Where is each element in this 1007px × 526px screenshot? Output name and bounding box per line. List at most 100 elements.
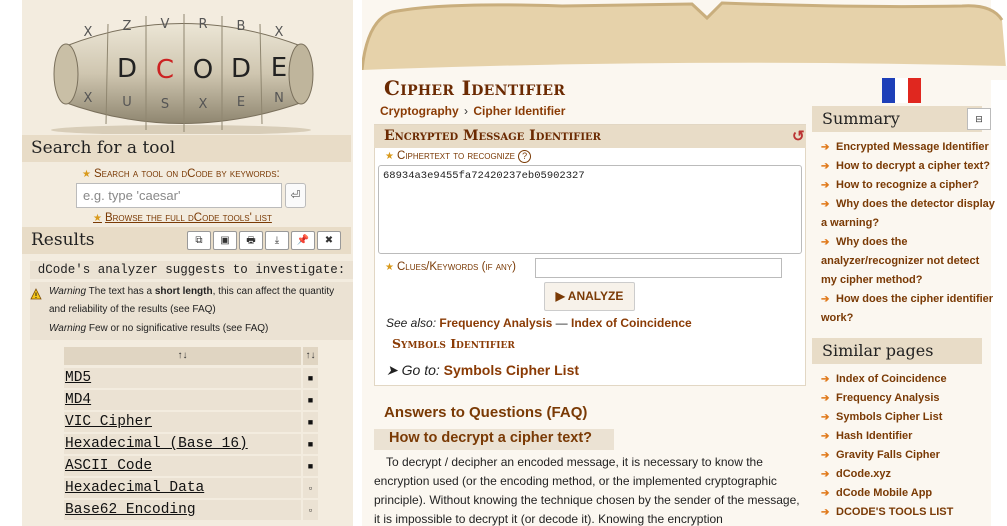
result-row-link[interactable]: MD4 (64, 390, 301, 410)
result-row-link[interactable]: Base62 Encoding (64, 500, 301, 520)
faq-answer: To decrypt / decipher an encoded message… (374, 455, 800, 526)
svg-text:V: V (161, 17, 170, 32)
svg-text:N: N (274, 91, 284, 106)
bullet-icon: ➔ (821, 199, 830, 210)
similar-pages-list: ➔ Index of Coincidence ➔ Frequency Analysi… (821, 370, 996, 522)
breadcrumb-separator: › (464, 104, 469, 118)
french-flag-icon[interactable] (882, 78, 921, 103)
goto-label: ➤ Go to: (386, 362, 440, 378)
svg-text:C: C (156, 55, 174, 85)
page-title: Cipher Identifier (384, 76, 566, 100)
search-submit-button[interactable]: ⏎ (285, 183, 306, 208)
summary-item[interactable]: ➔ How to recognize a cipher? (821, 176, 996, 195)
bullet-icon: ➔ (821, 488, 830, 499)
svg-text:B: B (237, 19, 246, 34)
warning-few-results: Warning Few or no significative results … (49, 323, 269, 334)
result-score-mark: ■ (303, 456, 318, 476)
bullet-icon: ➔ (821, 450, 830, 461)
symbols-identifier-link[interactable]: Symbols Identifier (392, 336, 515, 351)
summary-heading: Summary (812, 106, 982, 132)
similar-page-link[interactable]: ➔ Gravity Falls Cipher (821, 446, 996, 465)
result-score-mark: ■ (303, 390, 318, 410)
bullet-icon: ➔ (821, 294, 830, 305)
bullet-icon: ➔ (821, 393, 830, 404)
svg-text:D: D (231, 54, 251, 84)
analyze-button[interactable]: ▶ ANALYZE (544, 282, 635, 311)
bullet-icon: ➔ (821, 180, 830, 191)
bullet-icon: ➔ (821, 374, 830, 385)
download-button[interactable]: ⤓ (265, 231, 289, 250)
browse-tools-link[interactable]: ★ Browse the full dCode tools' list (93, 212, 272, 224)
frequency-analysis-link[interactable]: Frequency Analysis (439, 316, 552, 330)
similar-page-link[interactable]: ➔ Symbols Cipher List (821, 408, 996, 427)
summary-item[interactable]: ➔ Encrypted Message Identifier (821, 138, 996, 157)
pin-button[interactable]: 📌 (291, 231, 315, 250)
similar-pages-heading: Similar pages (812, 338, 982, 364)
refresh-icon[interactable]: ↺ (792, 127, 805, 145)
result-row-link[interactable]: Hexadecimal (Base 16) (64, 434, 301, 454)
svg-text:D: D (117, 54, 137, 84)
star-icon: ★ (82, 169, 91, 180)
see-also-separator: — (555, 316, 568, 330)
print-button[interactable]: 🖶 (239, 231, 263, 250)
sort-score-header[interactable]: ↑↓ (303, 347, 318, 365)
copy-results-button[interactable]: ⧉ (187, 231, 211, 250)
star-icon: ★ (93, 213, 102, 224)
sort-name-header[interactable]: ↑↓ (64, 347, 301, 365)
faq-title: Answers to Questions (FAQ) (384, 404, 588, 421)
help-icon[interactable]: ? (518, 150, 532, 163)
copy-text-button[interactable]: ▣ (213, 231, 237, 250)
collapse-summary-button[interactable]: ⊟ (967, 108, 991, 130)
result-row-link[interactable]: ASCII Code (64, 456, 301, 476)
bullet-icon: ➔ (821, 431, 830, 442)
bullet-icon: ➔ (821, 507, 830, 518)
svg-text:X: X (84, 25, 93, 40)
search-input[interactable]: e.g. type 'caesar' (76, 183, 282, 208)
similar-page-link[interactable]: ➔ dCode Mobile App (821, 484, 996, 503)
parchment-banner (362, 1, 1007, 80)
faq-question: How to decrypt a cipher text? (374, 429, 614, 450)
result-row-link[interactable]: MD5 (64, 368, 301, 388)
clues-input[interactable] (535, 258, 782, 278)
analyzer-suggestion: dCode's analyzer suggests to investigate… (30, 261, 353, 279)
index-of-coincidence-link[interactable]: Index of Coincidence (571, 316, 692, 330)
bullet-icon: ➔ (821, 412, 830, 423)
goto-line: ➤ Go to: Symbols Cipher List (386, 362, 579, 379)
svg-text:X: X (84, 91, 93, 106)
result-row-link[interactable]: VIC Cipher (64, 412, 301, 432)
bullet-icon: ➔ (821, 161, 830, 172)
bullet-icon: ➔ (821, 142, 830, 153)
search-keywords-label: ★ Search a tool on dCode by keywords: (82, 168, 280, 180)
summary-item[interactable]: ➔ Why does the analyzer/recognizer not de… (821, 233, 996, 290)
similar-page-link[interactable]: ➔ DCODE'S TOOLS LIST (821, 503, 996, 522)
symbols-cipher-list-link[interactable]: Symbols Cipher List (444, 362, 579, 378)
summary-list: ➔ Encrypted Message Identifier ➔ How to de… (821, 138, 996, 328)
similar-page-link[interactable]: ➔ dCode.xyz (821, 465, 996, 484)
svg-text:U: U (122, 95, 132, 110)
panel-title: Encrypted Message Identifier (374, 125, 806, 148)
result-row-link[interactable]: Hexadecimal Data (64, 478, 301, 498)
bullet-icon: ➔ (821, 237, 830, 248)
similar-page-link[interactable]: ➔ Hash Identifier (821, 427, 996, 446)
warnings-box: Warning The text has a short length, thi… (30, 282, 353, 340)
warning-icon (30, 288, 42, 300)
similar-page-link[interactable]: ➔ Frequency Analysis (821, 389, 996, 408)
dcode-logo[interactable]: XZVRBX XUSXEN D C O D E (36, 6, 326, 134)
similar-page-link[interactable]: ➔ Index of Coincidence (821, 370, 996, 389)
clues-label: ★ Clues/Keywords (if any) (385, 261, 516, 273)
svg-text:E: E (271, 53, 287, 83)
svg-text:S: S (161, 97, 169, 112)
svg-text:X: X (199, 97, 208, 112)
result-score-mark: ■ (303, 412, 318, 432)
summary-item[interactable]: ➔ How does the cipher identifier work? (821, 290, 996, 328)
svg-text:X: X (275, 25, 284, 40)
star-icon: ★ (385, 151, 394, 162)
summary-item[interactable]: ➔ Why does the detector display a warning… (821, 195, 996, 233)
close-results-button[interactable]: ✖ (317, 231, 341, 250)
breadcrumb-cryptography[interactable]: Cryptography (380, 104, 459, 118)
breadcrumb-cipher-identifier[interactable]: Cipher Identifier (473, 104, 565, 118)
ciphertext-label: ★ Ciphertext to recognize ? (385, 150, 532, 163)
summary-item[interactable]: ➔ How to decrypt a cipher text? (821, 157, 996, 176)
star-icon: ★ (385, 262, 394, 273)
ciphertext-textarea[interactable]: 68934a3e9455fa72420237eb05902327 (378, 165, 802, 254)
